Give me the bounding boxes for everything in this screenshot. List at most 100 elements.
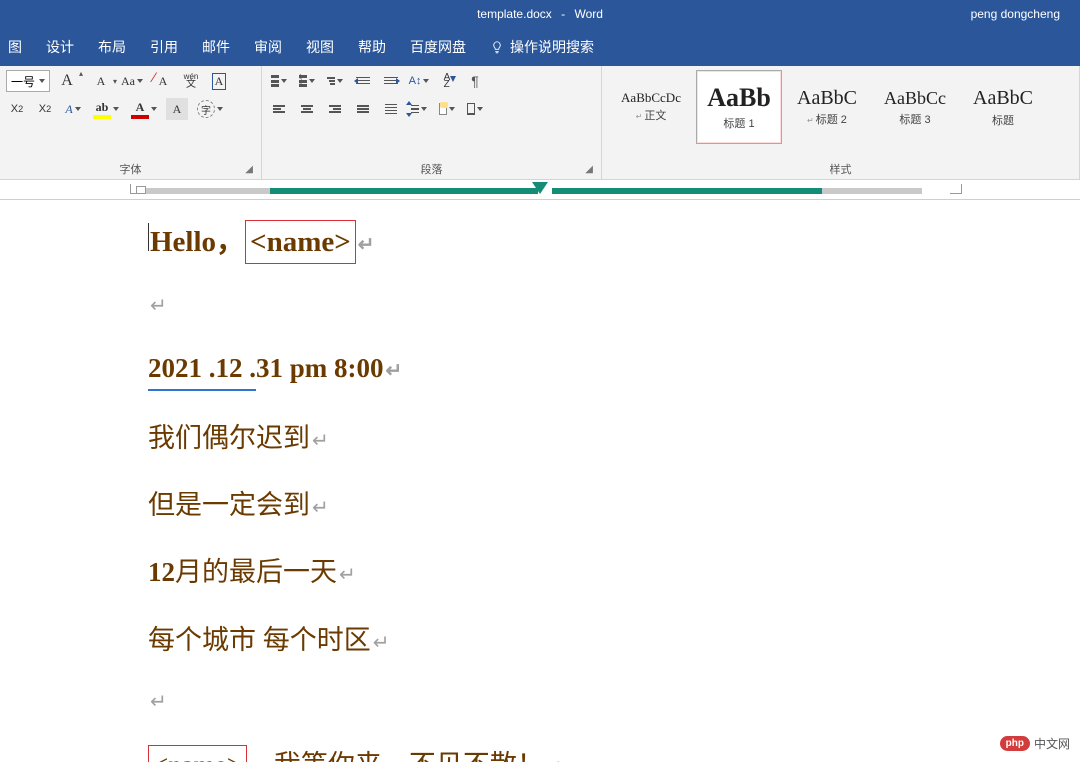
styles-gallery[interactable]: AaBbCcDc ↵正文 AaBb 标题 1 AaBbC ↵标题 2 AaBbC… — [608, 70, 1073, 144]
title-filename: template.docx — [477, 7, 552, 21]
menu-review[interactable]: 审阅 — [254, 37, 282, 57]
superscript-button[interactable]: X2 — [34, 98, 56, 120]
title-bar: template.docx - Word peng dongcheng — [0, 0, 1080, 28]
style-name: 标题 2 — [816, 114, 847, 126]
menu-view[interactable]: 视图 — [306, 37, 334, 57]
doc-line-7[interactable]: <name> ，我等你来，不见不散！ ↵ — [148, 745, 1080, 762]
document-area[interactable]: Hello， <name> ↵ ↵ 2021 . 12 . 31 pm 8:00… — [0, 200, 1080, 762]
shrink-font-button[interactable]: A — [90, 70, 112, 92]
align-right-button[interactable] — [324, 98, 346, 120]
char-shading-button[interactable]: A — [166, 98, 188, 120]
doc-line-5[interactable]: 12 月的最后一天↵ — [148, 553, 1080, 592]
align-distribute-button[interactable] — [380, 98, 402, 120]
doc-line-3[interactable]: 我们偶尔迟到↵ — [148, 419, 1080, 458]
phonetic-guide-button[interactable]: wén文 — [180, 70, 202, 92]
font-launcher-icon[interactable]: ◢ — [245, 164, 253, 175]
change-case-button[interactable]: Aa — [118, 70, 146, 92]
grow-font-button[interactable]: A — [56, 70, 78, 92]
doc-line-1[interactable]: Hello， <name> ↵ — [148, 220, 1080, 264]
style-sample: AaBbCcDc — [621, 90, 681, 106]
style-sample: AaBbC — [797, 87, 857, 110]
first-line-indent-icon[interactable] — [136, 186, 146, 194]
style-heading3[interactable]: AaBbCc 标题 3 — [872, 70, 958, 144]
menu-bar: 图 设计 布局 引用 邮件 审阅 视图 帮助 百度网盘 操作说明搜索 — [0, 28, 1080, 66]
ruler-segment-active — [270, 188, 538, 194]
text-run: 31 pm 8:00 — [256, 349, 384, 388]
pilcrow-icon: ↵ — [807, 116, 814, 125]
show-marks-button[interactable]: ¶ — [464, 70, 486, 92]
lightbulb-icon — [490, 40, 504, 54]
menu-layout[interactable]: 布局 — [98, 37, 126, 57]
style-name: 标题 3 — [899, 111, 930, 127]
group-paragraph: 123 A↕ AZ ¶ 段落◢ — [262, 66, 602, 179]
group-styles: AaBbCcDc ↵正文 AaBb 标题 1 AaBbC ↵标题 2 AaBbC… — [602, 66, 1080, 179]
char-border-button[interactable]: A — [208, 70, 230, 92]
menu-references[interactable]: 引用 — [150, 37, 178, 57]
style-heading1[interactable]: AaBb 标题 1 — [696, 70, 782, 144]
style-title[interactable]: AaBbC 标题 — [960, 70, 1046, 144]
decrease-indent-button[interactable] — [352, 70, 374, 92]
ruler[interactable] — [0, 180, 1080, 200]
sort-button[interactable]: AZ — [436, 70, 458, 92]
pilcrow-icon: ↵ — [636, 112, 643, 121]
group-font-label: 字体◢ — [6, 159, 255, 177]
text-run: 2021 . — [148, 349, 216, 391]
menu-baidu[interactable]: 百度网盘 — [410, 37, 466, 57]
align-left-button[interactable] — [268, 98, 290, 120]
text-run: 12 — [148, 553, 175, 592]
style-heading2[interactable]: AaBbC ↵标题 2 — [784, 70, 870, 144]
font-color-button[interactable]: A — [128, 98, 160, 120]
menu-design[interactable]: 设计 — [46, 37, 74, 57]
ruler-segment — [140, 188, 270, 194]
multilevel-button[interactable] — [324, 70, 346, 92]
return-mark-icon: ↵ — [312, 427, 329, 456]
doc-line-empty1[interactable]: ↵ — [148, 292, 1080, 321]
doc-line-6[interactable]: 每个城市 每个时区↵ — [148, 621, 1080, 660]
title-sep: - — [558, 7, 569, 21]
text-effects-button[interactable]: A — [62, 98, 84, 120]
doc-line-empty2[interactable]: ↵ — [148, 688, 1080, 717]
doc-line-4[interactable]: 但是一定会到↵ — [148, 486, 1080, 525]
indent-marker-icon[interactable] — [532, 182, 548, 194]
style-normal[interactable]: AaBbCcDc ↵正文 — [608, 70, 694, 144]
paragraph-launcher-icon[interactable]: ◢ — [585, 164, 593, 175]
return-mark-icon: ↵ — [373, 629, 390, 658]
menu-view-partial[interactable]: 图 — [8, 37, 22, 57]
shading-button[interactable] — [436, 98, 458, 120]
group-paragraph-label: 段落◢ — [268, 159, 595, 177]
numbering-button[interactable]: 123 — [296, 70, 318, 92]
font-size-combo[interactable]: 一号 — [6, 70, 50, 92]
watermark: php 中文网 — [1000, 735, 1070, 752]
style-sample: AaBbCc — [884, 88, 946, 109]
ribbon: 一号 A A Aa ⁄A wén文 A X2 X2 A ab A A 字 字体◢ — [0, 66, 1080, 180]
return-mark-icon: ↵ — [386, 357, 403, 386]
group-font: 一号 A A Aa ⁄A wén文 A X2 X2 A ab A A 字 字体◢ — [0, 66, 262, 179]
enclose-char-button[interactable]: 字 — [194, 98, 226, 120]
borders-button[interactable] — [464, 98, 486, 120]
line-spacing-button[interactable] — [408, 98, 430, 120]
text-direction-button[interactable]: A↕ — [408, 70, 430, 92]
highlight-button[interactable]: ab — [90, 98, 122, 120]
bullets-button[interactable] — [268, 70, 290, 92]
menu-tellme[interactable]: 操作说明搜索 — [490, 37, 594, 57]
return-mark-icon: ↵ — [150, 292, 167, 321]
increase-indent-button[interactable] — [380, 70, 402, 92]
text-run: Hello， — [150, 221, 245, 263]
subscript-button[interactable]: X2 — [6, 98, 28, 120]
align-justify-button[interactable] — [352, 98, 374, 120]
clear-format-button[interactable]: ⁄A — [152, 70, 174, 92]
text-run: 12 . — [216, 349, 257, 391]
menu-mailings[interactable]: 邮件 — [202, 37, 230, 57]
menu-tellme-label: 操作说明搜索 — [510, 37, 594, 57]
menu-help[interactable]: 帮助 — [358, 37, 386, 57]
ruler-right-margin-icon[interactable] — [950, 184, 962, 194]
doc-line-2[interactable]: 2021 . 12 . 31 pm 8:00 ↵ — [148, 349, 1080, 391]
text-run: 月的最后一天 — [175, 553, 337, 592]
document-content[interactable]: Hello， <name> ↵ ↵ 2021 . 12 . 31 pm 8:00… — [0, 200, 1080, 762]
return-mark-icon: ↵ — [339, 561, 356, 590]
return-mark-icon: ↵ — [546, 754, 563, 762]
align-center-button[interactable] — [296, 98, 318, 120]
return-mark-icon: ↵ — [358, 231, 375, 260]
user-name[interactable]: peng dongcheng — [971, 7, 1060, 21]
watermark-text: 中文网 — [1034, 735, 1070, 752]
